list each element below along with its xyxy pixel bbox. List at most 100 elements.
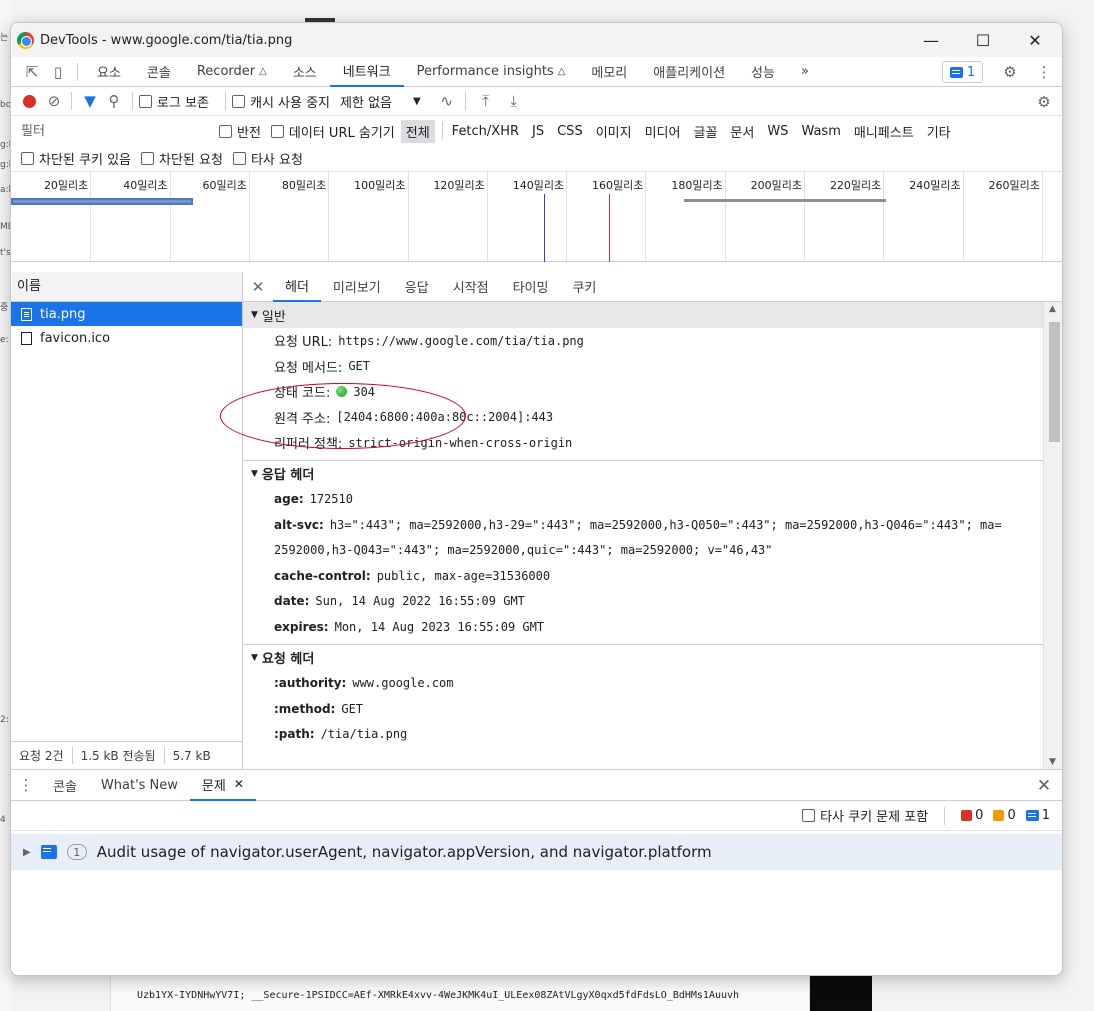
checkbox[interactable] (141, 152, 154, 165)
export-har-download-icon[interactable]: ⤓ (500, 86, 528, 116)
tab-performance-insights[interactable]: Performance insights △ (404, 57, 579, 87)
header-value: GET (341, 701, 364, 716)
third-party-requests-checkbox[interactable]: 타사 요청 (232, 149, 303, 168)
type-filter-manifest[interactable]: 매니페스트 (849, 120, 919, 143)
timeline-overview[interactable]: 20밀리초 40밀리초 60밀리초 80밀리초 100밀리초 120밀리초 140밀리초 16… (11, 172, 1062, 262)
checkbox[interactable] (231, 94, 245, 108)
record-button[interactable] (23, 94, 36, 108)
type-filter-font[interactable]: 글꼴 (688, 120, 722, 143)
tab-initiator[interactable]: 시작점 (441, 272, 501, 302)
tab-performance[interactable]: 성능 (738, 57, 788, 87)
invert-checkbox[interactable]: 반전 (219, 122, 261, 141)
issue-count-pill: 1 (66, 844, 87, 860)
header-value: GET (348, 359, 370, 374)
file-icon (21, 307, 32, 321)
drawer-tab-console[interactable]: 콘솔 (41, 770, 89, 801)
tab-headers[interactable]: 헤더 (273, 272, 321, 302)
headers-content: ▼ 일반 요청 URL: https://www.google.com/tia/ti… (243, 302, 1043, 769)
type-filter-media[interactable]: 미디어 (640, 120, 686, 143)
status-code-value: 304 (353, 384, 376, 399)
network-settings-gear-icon[interactable]: ⚙ (1031, 87, 1057, 117)
info-message-icon (40, 845, 57, 859)
drawer-tab-issues[interactable]: 문제 ✕ (189, 770, 256, 801)
divider (132, 92, 133, 110)
blocked-requests-checkbox[interactable]: 차단된 요청 (141, 149, 223, 168)
tab-console[interactable]: 콘솔 (134, 57, 184, 87)
device-toolbar-icon[interactable]: ▯ (45, 57, 71, 87)
detail-scrollbar[interactable]: ▲ ▼ (1043, 302, 1062, 769)
timeline-tick-label: 220밀리초 (829, 179, 882, 192)
checkbox[interactable] (270, 124, 284, 138)
general-section-header[interactable]: ▼ 일반 (243, 302, 1043, 328)
close-detail-icon[interactable]: ✕ (243, 278, 273, 296)
issues-counter-button[interactable]: 1 (942, 61, 983, 83)
tab-memory[interactable]: 메모리 (578, 57, 640, 87)
header-row: 요청 URL: https://www.google.com/tia/tia.pn… (243, 328, 1043, 354)
tab-network[interactable]: 네트워크 (329, 57, 404, 87)
tab-sources[interactable]: 소스 (280, 57, 330, 87)
scroll-down-arrow-icon[interactable]: ▼ (1049, 757, 1056, 767)
minimize-button[interactable]: — (905, 23, 957, 57)
network-conditions-wifi-icon[interactable]: ∿ (435, 86, 459, 116)
more-options-icon[interactable]: ⋮ (1031, 57, 1057, 87)
issue-item[interactable]: ▶ 1 Audit usage of navigator.userAgent, … (11, 834, 1062, 870)
drawer-menu-icon[interactable]: ⋮ (11, 770, 41, 800)
type-filter-ws[interactable]: WS (762, 122, 793, 141)
experiment-flask-icon: △ (259, 66, 267, 77)
response-headers-section-header[interactable]: ▼ 응답 헤더 (243, 461, 1043, 487)
blocked-cookies-checkbox[interactable]: 차단된 쿠키 있음 (21, 149, 131, 168)
request-headers-section-header[interactable]: ▼ 요청 헤더 (243, 645, 1043, 671)
request-detail-pane: ✕ 헤더 미리보기 응답 시작점 타이밍 쿠키 ▼ 일반 요청 URL: https… (243, 272, 1062, 769)
maximize-button[interactable]: ☐ (957, 23, 1009, 57)
clear-icon[interactable]: ⊘ (43, 86, 65, 116)
close-window-button[interactable]: ✕ (1009, 23, 1061, 57)
tab-cookies[interactable]: 쿠키 (560, 272, 608, 302)
header-row: alt-svc: h3=":443"; ma=2592000,h3-29=":44… (243, 512, 1043, 538)
scroll-up-arrow-icon[interactable]: ▲ (1049, 304, 1056, 314)
type-filter-all[interactable]: 전체 (400, 119, 435, 143)
tab-elements[interactable]: 요소 (84, 57, 134, 87)
file-icon (21, 331, 32, 345)
drawer-tab-whats-new[interactable]: What's New (89, 770, 190, 801)
tab-response[interactable]: 응답 (393, 272, 441, 302)
tab-application[interactable]: 애플리케이션 (640, 57, 738, 87)
transferred-size: 1.5 kB 전송됨 (73, 747, 165, 764)
settings-gear-icon[interactable]: ⚙ (997, 57, 1023, 87)
close-tab-icon[interactable]: ✕ (234, 777, 244, 791)
timeline-tick-label: 240밀리초 (909, 179, 961, 192)
request-row[interactable]: favicon.ico (11, 326, 242, 350)
type-filter-fetch-xhr[interactable]: Fetch/XHR (447, 122, 524, 141)
hide-data-urls-checkbox[interactable]: 데이터 URL 숨기기 (270, 122, 395, 141)
search-icon[interactable]: ⚲ (102, 86, 126, 116)
request-row[interactable]: tia.png (11, 302, 242, 326)
inspect-element-icon[interactable]: ⇱ (19, 57, 45, 87)
type-filter-other[interactable]: 기타 (922, 120, 956, 143)
preserve-log-checkbox[interactable]: 로그 보존 (139, 92, 209, 111)
disable-cache-checkbox[interactable]: 캐시 사용 중지 (231, 92, 330, 111)
expand-arrow-icon[interactable]: ▶ (23, 847, 31, 858)
checkbox[interactable] (802, 809, 816, 822)
type-filter-js[interactable]: JS (527, 122, 549, 141)
tab-recorder[interactable]: Recorder △ (184, 57, 280, 87)
close-drawer-icon[interactable]: ✕ (1031, 771, 1057, 801)
import-har-upload-icon[interactable]: ⤒ (472, 86, 500, 116)
type-filter-img[interactable]: 이미지 (591, 120, 637, 143)
filter-input[interactable] (17, 121, 207, 141)
checkbox[interactable] (219, 124, 232, 138)
checkbox[interactable] (232, 152, 246, 165)
header-row: age: 172510 (243, 487, 1043, 513)
name-column-header[interactable]: 이름 (11, 272, 242, 302)
throttling-select[interactable]: 제한 없음 ▼ (340, 92, 421, 111)
tab-preview[interactable]: 미리보기 (321, 272, 393, 302)
checkbox[interactable] (21, 152, 34, 165)
include-third-party-issues-checkbox[interactable]: 타사 쿠키 문제 포함 (802, 806, 928, 825)
type-filter-wasm[interactable]: Wasm (796, 122, 845, 141)
tab-timing[interactable]: 타이밍 (501, 272, 561, 302)
header-value: www.google.com (352, 676, 454, 691)
filter-funnel-icon[interactable]: ▼ (78, 86, 102, 116)
checkbox[interactable] (139, 94, 152, 108)
scrollbar-thumb[interactable] (1049, 322, 1060, 442)
type-filter-css[interactable]: CSS (552, 122, 588, 141)
type-filter-doc[interactable]: 문서 (725, 120, 759, 143)
more-tabs-button[interactable]: » (788, 57, 822, 87)
